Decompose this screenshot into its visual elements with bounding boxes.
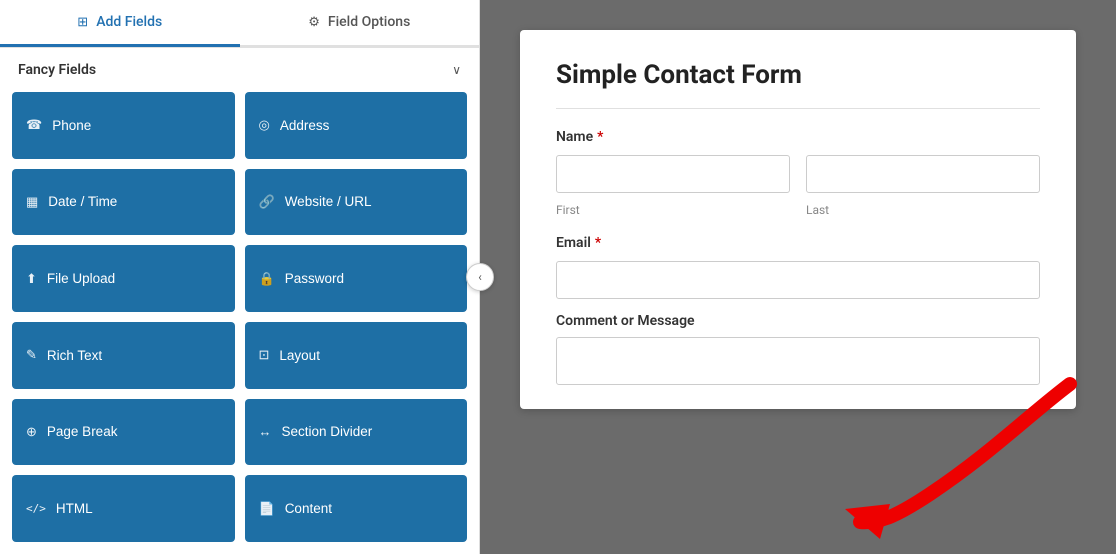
tab-add-fields[interactable]: ⊞ Add Fields	[0, 0, 240, 47]
name-required-star: *	[597, 129, 603, 145]
html-icon: </>	[26, 502, 46, 515]
email-required-star: *	[595, 235, 601, 251]
form-card: Simple Contact Form Name * First Last Em…	[520, 30, 1076, 409]
field-btn-password[interactable]: 🔒 Password	[245, 245, 468, 312]
field-btn-page-break[interactable]: ⊕ Page Break	[12, 399, 235, 466]
file-upload-icon: ⬆	[26, 271, 37, 287]
layout-icon: ⊡	[259, 347, 270, 363]
password-icon: 🔒	[259, 271, 275, 287]
email-input-wrap	[556, 261, 1040, 299]
tabs-bar: ⊞ Add Fields ⚙ Field Options	[0, 0, 479, 47]
chevron-down-icon[interactable]: ∨	[452, 63, 461, 77]
form-title-divider	[556, 108, 1040, 109]
fields-grid: ☎ Phone ◎ Address ▦ Date / Time 🔗 Websit…	[0, 88, 479, 554]
fancy-fields-title: Fancy Fields	[18, 62, 96, 78]
email-input[interactable]	[556, 261, 1040, 299]
tab-field-options[interactable]: ⚙ Field Options	[240, 0, 480, 47]
left-panel: ⊞ Add Fields ⚙ Field Options Fancy Field…	[0, 0, 480, 554]
name-inputs-row	[556, 155, 1040, 193]
date-time-icon: ▦	[26, 194, 38, 210]
field-btn-layout[interactable]: ⊡ Layout	[245, 322, 468, 389]
collapse-chevron-icon: ‹	[478, 270, 482, 284]
field-btn-html[interactable]: </> HTML	[12, 475, 235, 542]
field-btn-rich-text[interactable]: ✎ Rich Text	[12, 322, 235, 389]
left-panel-wrapper: ⊞ Add Fields ⚙ Field Options Fancy Field…	[0, 0, 480, 554]
first-name-input[interactable]	[556, 155, 790, 193]
field-btn-content[interactable]: 📄 Content	[245, 475, 468, 542]
form-title: Simple Contact Form	[556, 60, 1040, 90]
name-sub-labels: First Last	[556, 199, 1040, 217]
page-break-icon: ⊕	[26, 424, 37, 440]
fancy-fields-section-header: Fancy Fields ∨	[0, 48, 479, 88]
tab-add-fields-label: Add Fields	[96, 14, 162, 30]
field-btn-file-upload[interactable]: ⬆ File Upload	[12, 245, 235, 312]
field-btn-address[interactable]: ◎ Address	[245, 92, 468, 159]
address-icon: ◎	[259, 117, 270, 133]
last-name-input[interactable]	[806, 155, 1040, 193]
email-field-group: Email *	[556, 235, 1040, 299]
comment-textarea[interactable]	[556, 337, 1040, 385]
comment-input-wrap	[556, 337, 1040, 389]
add-fields-icon: ⊞	[77, 15, 88, 30]
phone-icon: ☎	[26, 117, 42, 133]
section-divider-icon: ↔	[259, 424, 272, 439]
field-btn-section-divider[interactable]: ↔ Section Divider	[245, 399, 468, 466]
field-btn-phone[interactable]: ☎ Phone	[12, 92, 235, 159]
form-preview-panel: Simple Contact Form Name * First Last Em…	[480, 0, 1116, 554]
rich-text-icon: ✎	[26, 347, 37, 363]
name-field-group: Name * First Last	[556, 129, 1040, 217]
tab-field-options-label: Field Options	[328, 14, 410, 30]
website-url-icon: 🔗	[259, 194, 275, 210]
comment-label: Comment or Message	[556, 313, 1040, 329]
field-options-icon: ⚙	[308, 15, 320, 30]
content-icon: 📄	[259, 501, 275, 517]
comment-field-group: Comment or Message	[556, 313, 1040, 389]
last-name-sub-label: Last	[806, 203, 1040, 217]
email-label: Email *	[556, 235, 1040, 251]
first-name-sub-label: First	[556, 203, 790, 217]
field-btn-date-time[interactable]: ▦ Date / Time	[12, 169, 235, 236]
name-label: Name *	[556, 129, 1040, 145]
field-btn-website-url[interactable]: 🔗 Website / URL	[245, 169, 468, 236]
collapse-panel-button[interactable]: ‹	[466, 263, 494, 291]
